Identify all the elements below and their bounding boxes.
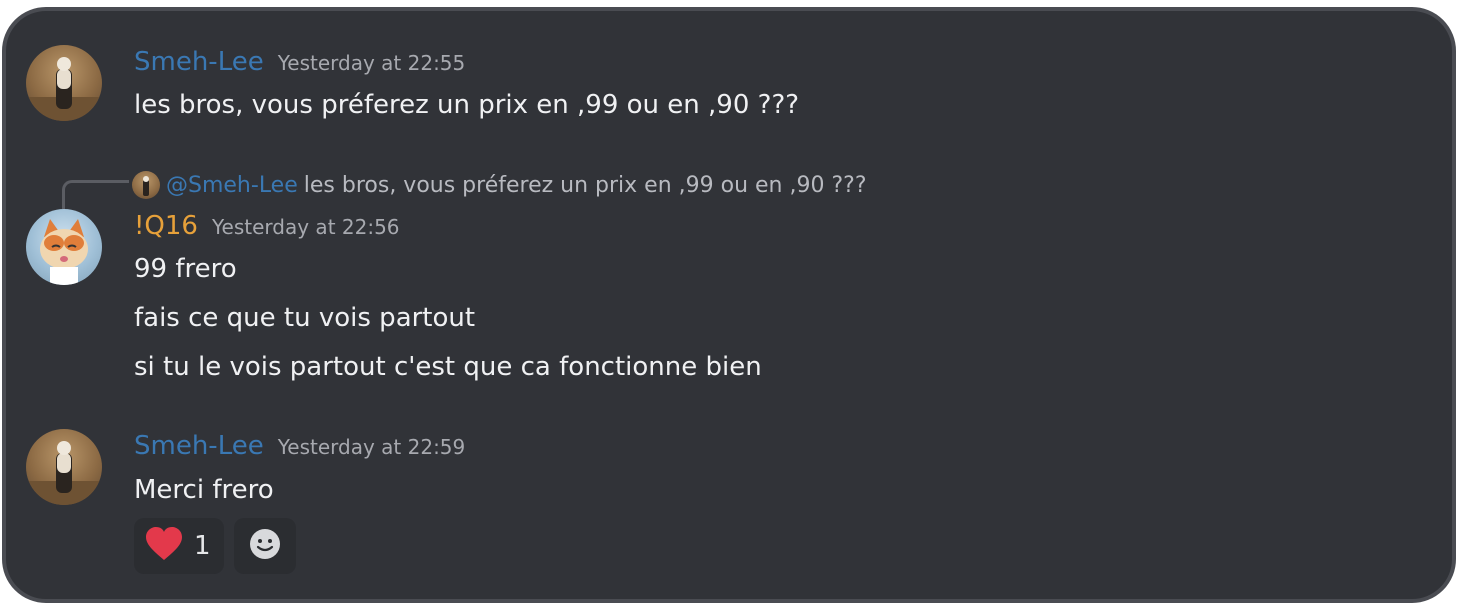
reply-preview[interactable]: @Smeh-Lee les bros, vous préferez un prix… — [132, 171, 867, 201]
author-name[interactable]: Smeh-Lee — [134, 47, 264, 77]
heart-icon — [144, 526, 184, 566]
chat-panel: Smeh-Lee Yesterday at 22:55 les bros, vou… — [2, 7, 1456, 603]
message-text: Merci frero — [134, 475, 274, 505]
timestamp: Yesterday at 22:55 — [277, 51, 466, 75]
avatar[interactable] — [26, 429, 102, 505]
message-text: les bros, vous préferez un prix en ,99 o… — [134, 90, 800, 120]
avatar[interactable] — [26, 209, 102, 285]
add-reaction-button[interactable] — [234, 518, 296, 574]
reaction-count: 1 — [194, 531, 211, 561]
reply-text: les bros, vous préferez un prix en ,99 o… — [303, 172, 867, 198]
message-text: fais ce que tu vois partout — [134, 303, 476, 333]
message-header: Smeh-Lee Yesterday at 22:55 — [134, 47, 465, 77]
message-text: si tu le vois partout c'est que ca fonct… — [134, 352, 762, 382]
message-header: Smeh-Lee Yesterday at 22:59 — [134, 431, 465, 461]
timestamp: Yesterday at 22:59 — [277, 435, 466, 459]
reply-spine — [62, 180, 129, 209]
author-name[interactable]: Smeh-Lee — [134, 431, 264, 461]
add-reaction-icon — [248, 527, 282, 565]
reaction-heart-button[interactable]: 1 — [134, 518, 224, 574]
message-text: 99 frero — [134, 254, 237, 284]
avatar[interactable] — [26, 45, 102, 121]
author-name[interactable]: !Q16 — [134, 211, 198, 241]
timestamp: Yesterday at 22:56 — [211, 215, 400, 239]
reply-mention[interactable]: @Smeh-Lee — [166, 173, 298, 198]
message-header: !Q16 Yesterday at 22:56 — [134, 211, 400, 241]
reply-avatar — [132, 171, 160, 199]
